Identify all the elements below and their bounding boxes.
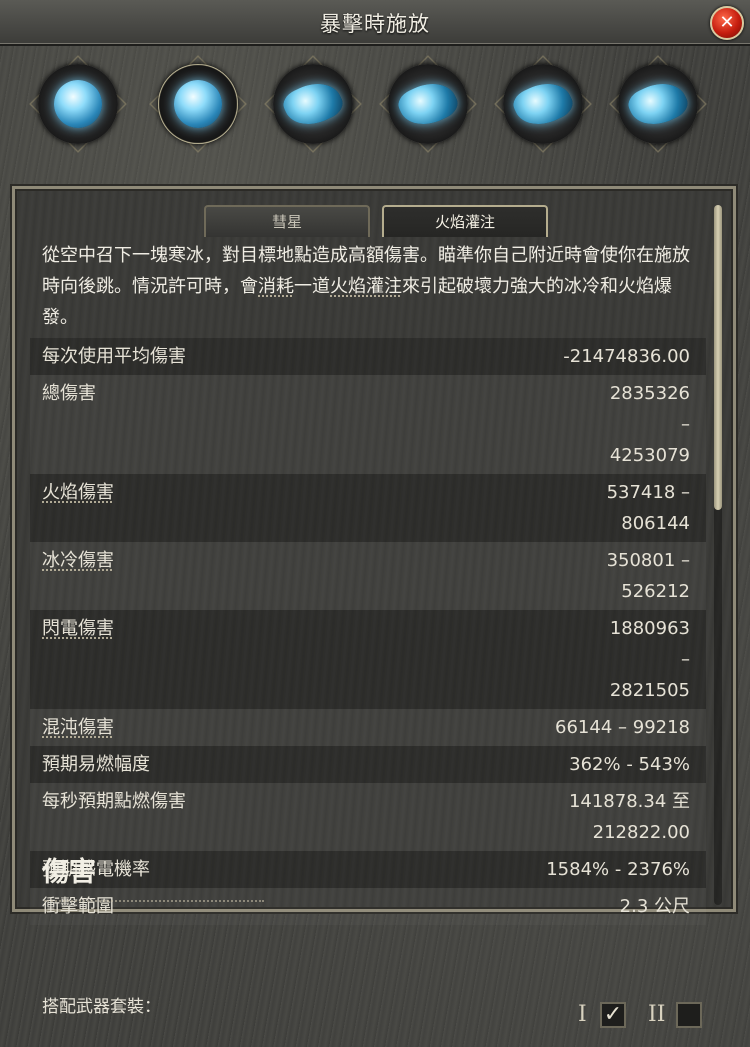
gem-slot-3[interactable]	[263, 54, 363, 154]
stat-value: 537418 – 806144	[606, 482, 690, 534]
stat-value: -21474836.00	[563, 346, 690, 367]
gem-slot-4[interactable]	[378, 54, 478, 154]
stat-value: 141878.34 至 212822.00	[568, 791, 690, 843]
skill-description: 從空中召下一塊寒冰，對目標地點造成高額傷害。瞄準你自己附近時會使你在施放時向後跳…	[42, 240, 694, 333]
close-button[interactable]: ✕	[710, 6, 744, 40]
keyword-consume[interactable]: 消耗	[258, 276, 294, 297]
stat-label: 每次使用平均傷害	[42, 346, 186, 367]
weapon-set-1-checkbox[interactable]: ✓	[600, 1002, 626, 1028]
stat-row: 冰冷傷害 350801 – 526212	[30, 542, 706, 610]
stat-value: 350801 – 526212	[606, 550, 690, 602]
gem-slot-2[interactable]	[148, 54, 248, 154]
weapon-set-1-numeral: I	[578, 1002, 587, 1027]
stat-value: 66144 – 99218	[555, 717, 690, 738]
stat-label: 預期易燃幅度	[42, 749, 150, 780]
section-heading: 傷害	[42, 857, 96, 888]
keyword-fire-infusion[interactable]: 火焰灌注	[330, 276, 402, 297]
checkmark-icon: ✓	[603, 1002, 623, 1027]
stat-value: 2.3 公尺	[619, 896, 690, 917]
description-text: 一道	[294, 276, 330, 297]
stat-row: 每秒預期點燃傷害 141878.34 至 212822.00	[30, 783, 706, 851]
stats-table: 每次使用平均傷害 -21474836.00 總傷害 2835326 – 4253…	[30, 338, 706, 925]
stat-label[interactable]: 混沌傷害	[42, 712, 114, 743]
stat-row: 閃電傷害 1880963 – 2821505	[30, 610, 706, 709]
gem-slot-6[interactable]	[608, 54, 708, 154]
stat-row: 火焰傷害 537418 – 806144	[30, 474, 706, 542]
close-icon: ✕	[719, 12, 735, 33]
stat-label: 總傷害	[42, 383, 96, 404]
scrollbar-thumb[interactable]	[714, 205, 722, 510]
stat-row: 混沌傷害 66144 – 99218	[30, 709, 706, 746]
stat-label[interactable]: 閃電傷害	[42, 613, 114, 706]
title-bar: 暴擊時施放 ✕	[0, 0, 750, 46]
ice-orb-gem-icon	[54, 80, 102, 128]
stat-value: 362% - 543%	[569, 754, 690, 775]
weapon-set-2-numeral: II	[648, 1002, 666, 1027]
support-gem-row	[28, 54, 728, 164]
scrollbar-track[interactable]	[714, 205, 722, 905]
tab-comet[interactable]: 彗星	[204, 205, 370, 237]
tab-bar: 彗星 火焰灌注	[204, 205, 548, 239]
weapon-set-label: 搭配武器套裝：	[42, 997, 161, 1017]
stat-row: 預期感電機率 1584% - 2376%	[30, 851, 706, 888]
stat-value: 1880963 – 2821505	[609, 618, 690, 701]
frost-orb-gem-icon	[174, 80, 222, 128]
stat-row: 每次使用平均傷害 -21474836.00	[30, 338, 706, 375]
gem-slot-5[interactable]	[493, 54, 593, 154]
tab-fire-infusion[interactable]: 火焰灌注	[382, 205, 548, 237]
stat-label[interactable]: 冰冷傷害	[42, 545, 114, 607]
window-title: 暴擊時施放	[320, 12, 430, 36]
stat-value: 1584% - 2376%	[546, 859, 690, 880]
stat-label: 每秒預期點燃傷害	[42, 791, 186, 812]
gem-slot-1[interactable]	[28, 54, 128, 154]
stat-value: 2835326 – 4253079	[609, 383, 690, 466]
stat-row: 預期易燃幅度 362% - 543%	[30, 746, 706, 783]
weapon-set-2-checkbox[interactable]	[676, 1002, 702, 1028]
stat-row: 總傷害 2835326 – 4253079	[30, 375, 706, 474]
stat-label-text: 預期易燃幅度	[42, 754, 150, 775]
skill-tooltip-window: 暴擊時施放 ✕ 彗星 火焰灌注 從空中召下一塊寒冰，對目標地點造成高額傷害。瞄準…	[0, 0, 750, 1047]
clipped-text-edge	[44, 900, 264, 910]
stat-label[interactable]: 火焰傷害	[42, 477, 114, 539]
